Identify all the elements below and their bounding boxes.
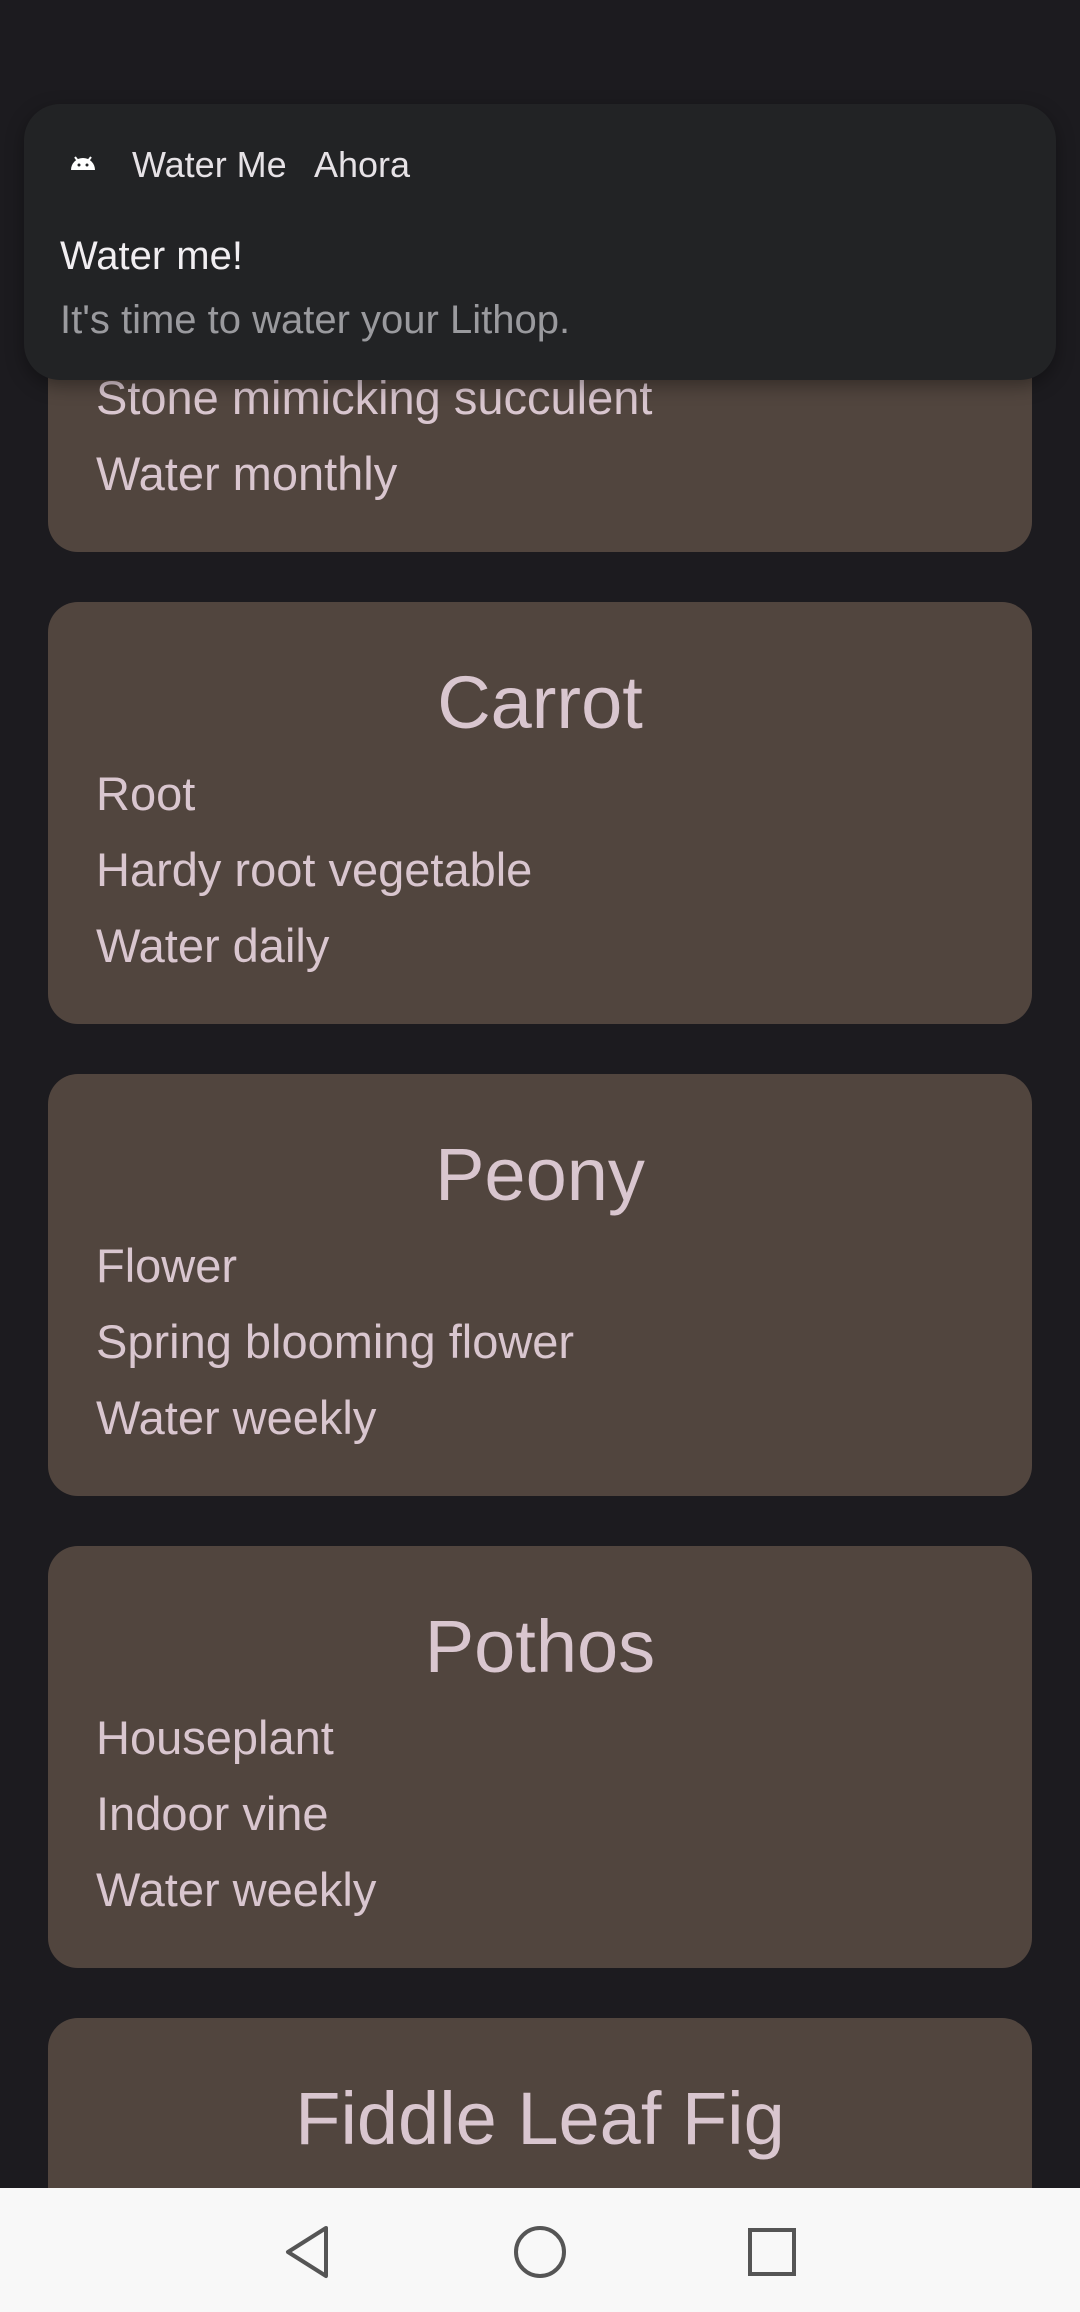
- plant-card: Pothos Houseplant Indoor vine Water week…: [48, 1546, 1032, 1968]
- plant-card: Carrot Root Hardy root vegetable Water d…: [48, 602, 1032, 1024]
- plant-type: Houseplant: [96, 1711, 334, 1764]
- plant-card: Peony Flower Spring blooming flower Wate…: [48, 1074, 1032, 1496]
- plant-type: Root: [96, 767, 196, 820]
- plant-card: Fiddle Leaf Fig: [48, 2018, 1032, 2188]
- plant-description: Indoor vine: [96, 1787, 329, 1840]
- plant-schedule: Water monthly: [96, 447, 398, 500]
- android-icon: [71, 156, 95, 170]
- plant-schedule: Water weekly: [96, 1863, 377, 1916]
- notification-app-name: Water Me: [132, 144, 287, 185]
- notification-time: Ahora: [314, 144, 411, 185]
- notification-title: Water me!: [60, 234, 243, 278]
- plant-name: Carrot: [437, 661, 643, 744]
- plant-type: Flower: [96, 1239, 238, 1292]
- back-icon[interactable]: [278, 2222, 338, 2282]
- home-icon[interactable]: [510, 2222, 570, 2282]
- recents-icon[interactable]: [742, 2222, 802, 2282]
- plant-name: Pothos: [424, 1605, 656, 1688]
- plant-description: Spring blooming flower: [96, 1315, 575, 1368]
- plant-name: Fiddle Leaf Fig: [295, 2077, 785, 2160]
- plant-schedule: Water weekly: [96, 1391, 377, 1444]
- plant-description: Hardy root vegetable: [96, 843, 533, 896]
- plant-schedule: Water daily: [96, 919, 330, 972]
- plant-name: Peony: [435, 1133, 645, 1216]
- notification-text: It's time to water your Lithop.: [60, 298, 571, 342]
